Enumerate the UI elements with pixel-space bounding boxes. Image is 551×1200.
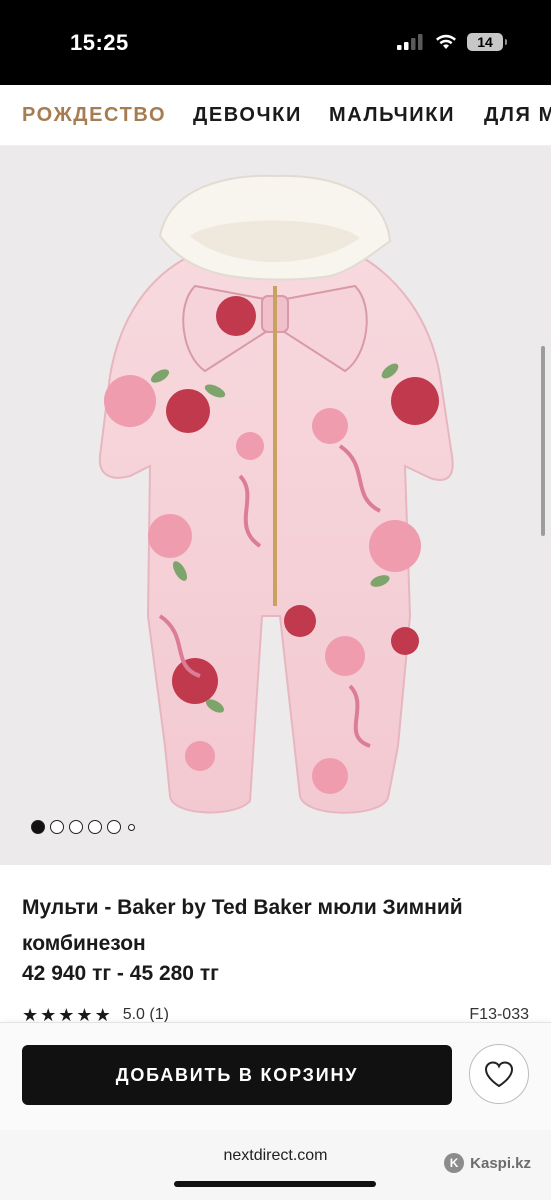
home-indicator[interactable] [174,1181,376,1187]
gallery-scrollbar[interactable] [541,346,545,536]
wishlist-button[interactable] [469,1044,529,1104]
pagination-dot[interactable] [107,820,121,834]
nav-item-boys[interactable]: МАЛЬЧИКИ [329,104,455,127]
pagination-dot[interactable] [88,820,102,834]
nav-item-for[interactable]: ДЛЯ М [484,104,551,127]
watermark-text: Kaspi.kz [470,1154,531,1172]
pagination-dot[interactable] [69,820,83,834]
nav-item-christmas[interactable]: РОЖДЕСТВО [22,104,166,127]
status-time: 15:25 [70,30,129,55]
snowsuit-image [98,174,454,814]
category-nav: РОЖДЕСТВО ДЕВОЧКИ МАЛЬЧИКИ ДЛЯ М [0,85,551,146]
battery-icon: 14 [467,33,507,51]
browser-url-bar[interactable]: nextdirect.com K Kaspi.kz [0,1130,551,1200]
product-title: Мульти - Baker by Ted Baker мюли Зимний … [22,896,463,955]
kaspi-logo-icon: K [444,1153,465,1173]
kaspi-watermark: K Kaspi.kz [444,1153,531,1173]
add-to-cart-button[interactable]: ДОБАВИТЬ В КОРЗИНУ [22,1045,452,1105]
wifi-icon [436,34,456,49]
pagination-dot-more[interactable] [128,823,135,831]
status-icons: 14 [397,33,507,51]
pagination-dot[interactable] [50,820,64,834]
status-bar: 15:25 14 [0,0,551,85]
product-gallery[interactable] [0,146,551,865]
gallery-pagination [31,820,135,834]
product-price: 42 940 тг - 45 280 тг [22,962,219,985]
cellular-signal-icon [397,34,423,50]
heart-icon [484,1061,514,1088]
nav-item-girls[interactable]: ДЕВОЧКИ [193,104,302,127]
battery-level: 14 [477,34,493,50]
pagination-dot[interactable] [31,820,45,834]
